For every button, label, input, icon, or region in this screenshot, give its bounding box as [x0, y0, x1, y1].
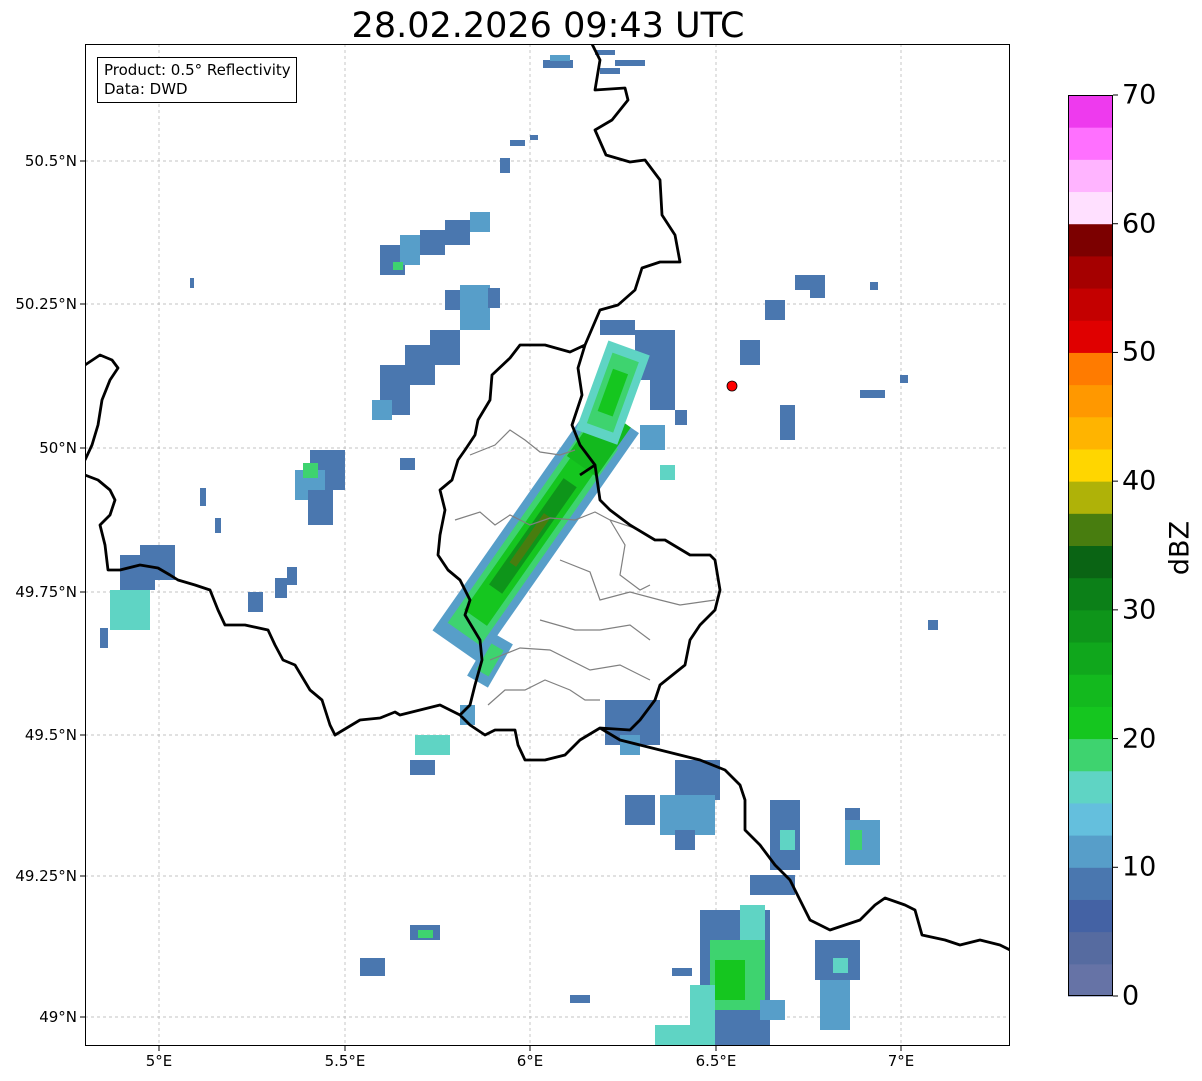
colorbar-segment — [1068, 288, 1113, 321]
colorbar-segment — [1068, 545, 1113, 579]
colorbar-segment — [1068, 191, 1113, 225]
y-tick-label: 50.5°N — [24, 152, 77, 170]
colorbar-tick-label: 60 — [1122, 208, 1157, 240]
radar-map — [80, 44, 1118, 1051]
colorbar-segment — [1068, 963, 1113, 997]
colorbar-segment — [1068, 931, 1113, 965]
product-label: Product: 0.5° Reflectivity — [104, 61, 291, 79]
x-tick-label: 6°E — [516, 1052, 544, 1070]
colorbar-segment — [1068, 706, 1113, 740]
radar-site-marker — [726, 380, 738, 392]
x-tick-label: 5.5°E — [324, 1052, 366, 1070]
colorbar-segment — [1068, 513, 1113, 546]
x-tick-label: 6.5°E — [695, 1052, 737, 1070]
colorbar-tick-label: 10 — [1122, 851, 1157, 883]
y-tick-label: 49.25°N — [15, 867, 77, 885]
radar-echoes — [100, 50, 938, 1046]
colorbar-segment — [1068, 802, 1113, 836]
colorbar-segment — [1068, 577, 1113, 611]
y-tick-label: 49.5°N — [24, 726, 77, 744]
info-box: Product: 0.5° Reflectivity Data: DWD — [97, 57, 297, 103]
y-tick-label: 49.75°N — [15, 583, 77, 601]
y-tick-label: 49°N — [39, 1008, 77, 1026]
colorbar-segment — [1068, 481, 1113, 514]
x-tick-label: 7°E — [887, 1052, 915, 1070]
colorbar-segment — [1068, 448, 1113, 482]
y-tick-label: 50°N — [39, 439, 77, 457]
colorbar-segment — [1068, 642, 1113, 675]
colorbar-segment — [1068, 95, 1113, 128]
colorbar-segment — [1068, 609, 1113, 643]
colorbar-tick-label: 30 — [1122, 594, 1157, 626]
colorbar-segment — [1068, 674, 1113, 707]
colorbar-tick-label: 20 — [1122, 723, 1157, 755]
colorbar-tick-label: 50 — [1122, 336, 1157, 368]
colorbar-segment — [1068, 223, 1113, 257]
colorbar — [1068, 94, 1118, 997]
colorbar-segment — [1068, 255, 1113, 289]
colorbar-tick-label: 0 — [1122, 980, 1140, 1012]
colorbar-segment — [1068, 159, 1113, 193]
x-tick-marks — [158, 1046, 902, 1051]
colorbar-segment — [1068, 416, 1113, 450]
colorbar-segment — [1068, 127, 1113, 160]
y-tick-label: 50.25°N — [15, 295, 77, 313]
colorbar-tick-label: 70 — [1122, 79, 1157, 111]
colorbar-segment — [1068, 352, 1113, 386]
x-tick-label: 5°E — [145, 1052, 173, 1070]
colorbar-segment — [1068, 835, 1113, 868]
colorbar-segment — [1068, 738, 1113, 772]
y-tick-marks — [80, 160, 85, 1018]
colorbar-tick-label: 40 — [1122, 465, 1157, 497]
colorbar-label: dBZ — [1164, 520, 1196, 576]
colorbar-segment — [1068, 770, 1113, 804]
colorbar-segment — [1068, 320, 1113, 353]
colorbar-segment — [1068, 384, 1113, 418]
colorbar-segment — [1068, 867, 1113, 900]
data-source-label: Data: DWD — [104, 80, 188, 98]
echo-north-line — [575, 340, 650, 445]
colorbar-segment — [1068, 899, 1113, 933]
